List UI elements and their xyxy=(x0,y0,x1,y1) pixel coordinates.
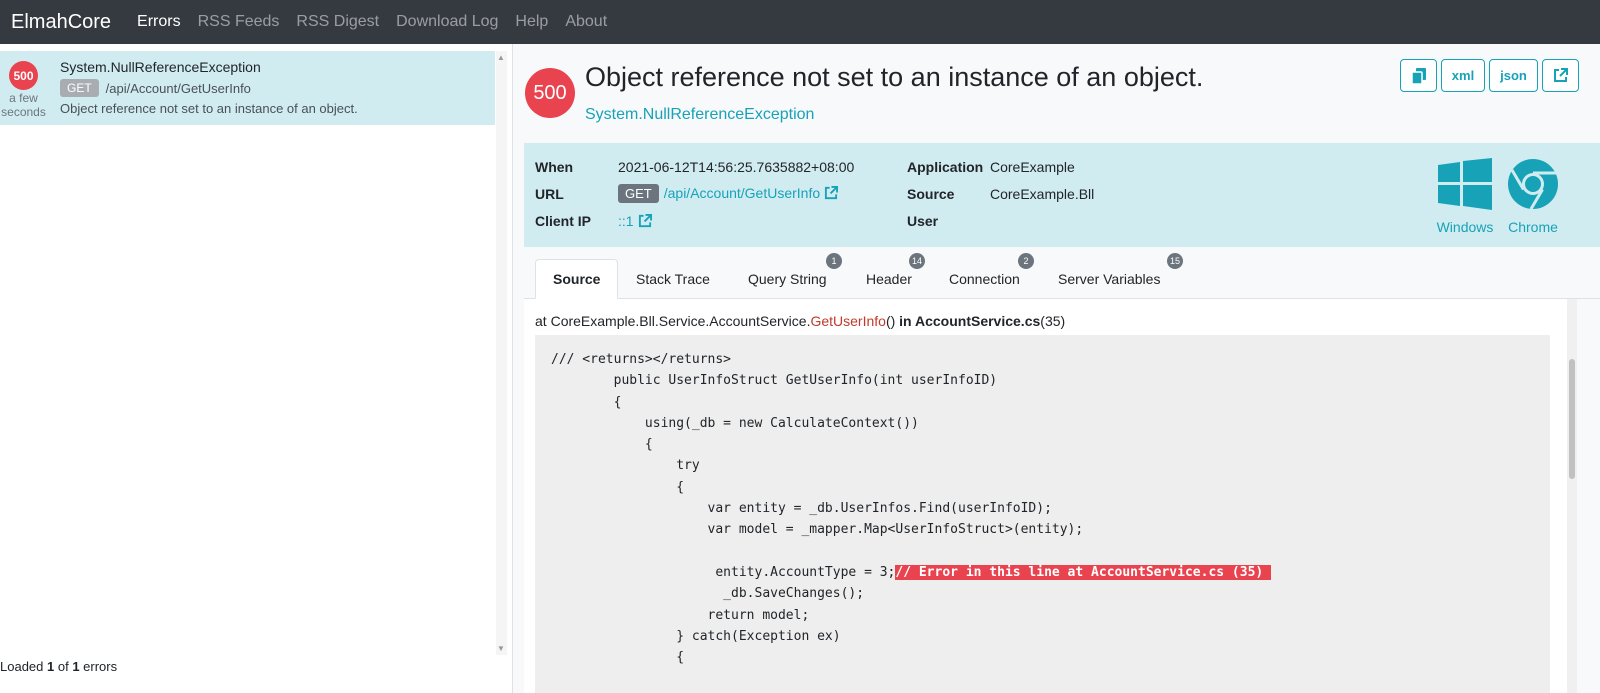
tab-source[interactable]: Source xyxy=(535,259,619,299)
client-ip-value: ::1 xyxy=(618,213,652,229)
status-badge: 500 xyxy=(9,61,38,90)
loaded-count: Loaded 1 of 1 errors xyxy=(0,659,118,674)
error-list-panel: 500 a few seconds System.NullReferenceEx… xyxy=(0,44,507,693)
url-label: URL xyxy=(535,186,564,202)
list-item-url-row: GET /api/Account/GetUserInfo xyxy=(60,79,251,97)
tab-label: Query String xyxy=(748,271,827,287)
url-link[interactable]: /api/Account/GetUserInfo xyxy=(664,185,820,201)
error-info-box: When 2021-06-12T14:56:25.7635882+08:00 U… xyxy=(524,143,1600,247)
scrollbar-thumb[interactable] xyxy=(1569,359,1575,479)
method-badge: GET xyxy=(618,184,659,203)
source-panel: at CoreExample.Bll.Service.AccountServic… xyxy=(524,299,1567,693)
copy-button[interactable] xyxy=(1400,59,1437,92)
list-item[interactable]: 500 a few seconds System.NullReferenceEx… xyxy=(0,51,495,125)
nav-errors[interactable]: Errors xyxy=(137,13,181,31)
tab-stack-trace[interactable]: Stack Trace xyxy=(619,259,727,299)
when-value: 2021-06-12T14:56:25.7635882+08:00 xyxy=(618,159,855,175)
application-value: CoreExample xyxy=(990,159,1075,175)
source-value: CoreExample.Bll xyxy=(990,186,1095,202)
method-badge: GET xyxy=(60,79,99,97)
tab-label: Header xyxy=(866,271,912,287)
top-navbar: ElmahCore Errors RSS Feeds RSS Digest Do… xyxy=(0,0,1600,44)
os-label: Windows xyxy=(1436,219,1494,235)
code-block: /// <returns></returns> public UserInfoS… xyxy=(535,335,1550,693)
tab-label: Connection xyxy=(949,271,1020,287)
list-scrollbar[interactable]: ▲ ▼ xyxy=(496,51,507,655)
count-badge: 1 xyxy=(826,253,842,269)
list-item-url: /api/Account/GetUserInfo xyxy=(105,80,251,96)
count-badge: 15 xyxy=(1167,253,1183,269)
tab-query-string[interactable]: Query String 1 xyxy=(731,253,844,299)
windows-icon xyxy=(1438,158,1492,210)
scroll-down-arrow-icon[interactable]: ▼ xyxy=(497,644,505,653)
tab-server-variables[interactable]: Server Variables 15 xyxy=(1041,253,1183,299)
source-location: at CoreExample.Bll.Service.AccountServic… xyxy=(535,313,1066,329)
nav-rss-digest[interactable]: RSS Digest xyxy=(296,13,379,31)
client-ip-link[interactable]: ::1 xyxy=(618,213,634,229)
list-item-message: Object reference not set to an instance … xyxy=(60,101,358,116)
scroll-up-arrow-icon[interactable]: ▲ xyxy=(497,53,505,62)
copy-icon xyxy=(1411,67,1426,84)
source-code: /// <returns></returns> public UserInfoS… xyxy=(551,352,1272,666)
list-item-time: a few seconds xyxy=(1,91,46,119)
count-badge: 2 xyxy=(1018,253,1034,269)
error-type-link[interactable]: System.NullReferenceException xyxy=(585,106,814,124)
list-item-type: System.NullReferenceException xyxy=(60,59,261,75)
browser-indicator: Chrome xyxy=(1503,158,1563,235)
nav-help[interactable]: Help xyxy=(515,13,548,31)
client-ip-label: Client IP xyxy=(535,213,592,229)
external-link-icon xyxy=(1554,68,1568,82)
detail-scrollbar[interactable] xyxy=(1567,299,1577,693)
count-badge: 14 xyxy=(909,253,925,269)
nav-about[interactable]: About xyxy=(565,13,607,31)
when-label: When xyxy=(535,159,574,175)
tab-label: Server Variables xyxy=(1058,271,1161,287)
external-link-icon[interactable] xyxy=(638,214,652,228)
user-label: User xyxy=(907,213,939,229)
url-value: GET/api/Account/GetUserInfo xyxy=(618,184,839,203)
status-badge-large: 500 xyxy=(525,68,575,118)
os-indicator: Windows xyxy=(1435,158,1495,235)
application-label: Application xyxy=(907,159,984,175)
tab-connection[interactable]: Connection 2 xyxy=(932,253,1037,299)
error-line-highlight: // Error in this line at AccountService.… xyxy=(895,564,1272,580)
xml-button[interactable]: xml xyxy=(1441,59,1485,92)
external-link-icon[interactable] xyxy=(824,186,839,200)
detail-tabs: Source Stack Trace Query String 1 Header… xyxy=(524,253,1600,299)
open-new-button[interactable] xyxy=(1542,59,1579,92)
error-title: Object reference not set to an instance … xyxy=(585,62,1204,92)
source-label: Source xyxy=(907,186,955,202)
brand-logo[interactable]: ElmahCore xyxy=(0,11,111,34)
browser-label: Chrome xyxy=(1508,219,1558,235)
nav-rss-feeds[interactable]: RSS Feeds xyxy=(198,13,280,31)
chrome-icon xyxy=(1508,159,1558,210)
nav-download-log[interactable]: Download Log xyxy=(396,13,498,31)
toolbar: xml json xyxy=(1400,59,1579,92)
tab-header[interactable]: Header 14 xyxy=(849,253,929,299)
json-button[interactable]: json xyxy=(1489,59,1538,92)
error-detail-panel: 500 Object reference not set to an insta… xyxy=(513,44,1600,693)
